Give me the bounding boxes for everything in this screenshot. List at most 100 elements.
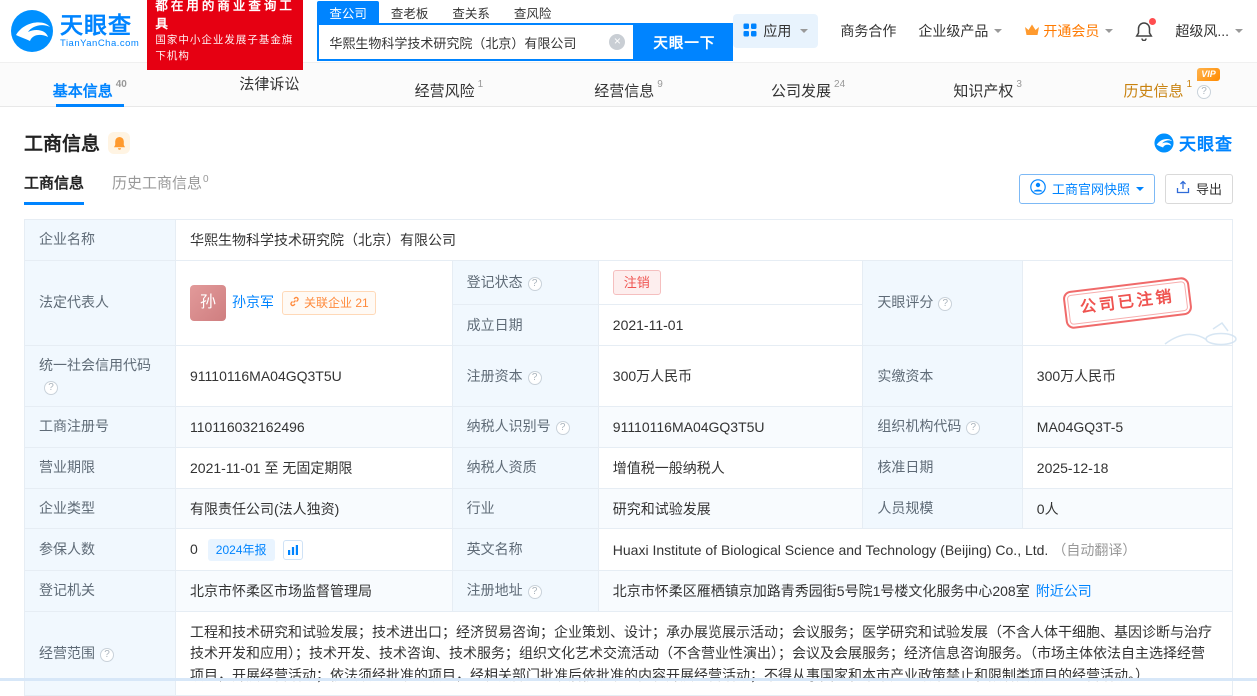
chevron-down-icon <box>1135 186 1144 195</box>
help-icon[interactable]: ? <box>1197 85 1212 99</box>
snapshot-button-label: 工商官网快照 <box>1051 182 1130 197</box>
field-label: 营业期限 <box>24 446 176 489</box>
nav-business-coop[interactable]: 商务合作 <box>840 21 896 41</box>
search-row: 天眼一下 <box>317 23 734 61</box>
text: 华熙生物科学技术研究院（北京）有限公司 <box>190 231 456 248</box>
text: 0人 <box>1036 500 1059 517</box>
search-tabs: 查公司 查老板 查关系 查风险 <box>317 0 733 24</box>
chevron-down-icon <box>1105 29 1114 37</box>
field-value: MA04GQ3T-5 <box>1021 406 1234 448</box>
site-logo[interactable]: 天眼查 TianYanCha.com <box>10 9 139 53</box>
deregistered-stamp-area: 公司已注销 <box>1062 276 1237 346</box>
field-label: 注册地址? <box>451 569 599 612</box>
field-value: 0 2024年报 <box>175 528 453 571</box>
nav-enterprise-products[interactable]: 企业级产品 <box>918 21 1003 41</box>
field-label-text: 企业名称 <box>39 231 95 248</box>
text: 0 <box>190 541 198 558</box>
field-value: 北京市怀柔区雁栖镇京加路青秀园街5号院1号楼文化服务中心208室 附近公司 <box>597 569 1234 612</box>
tianyancha-logo-icon <box>10 9 54 53</box>
field-label-text: 纳税人识别号 <box>466 418 551 435</box>
report-chart-icon[interactable] <box>282 539 303 560</box>
alert-bell-icon[interactable] <box>108 131 131 154</box>
decorative-illustration <box>1164 321 1237 346</box>
help-icon[interactable]: ? <box>966 421 981 436</box>
subtab-0[interactable]: 工商信息 <box>24 172 85 205</box>
status-badge: 注销 <box>612 269 661 296</box>
table-row: 统一社会信用代码? 91110116MA04GQ3T5U 注册资本? 300万人民币 实… <box>24 345 1234 408</box>
vip-badge: VIP <box>1197 68 1220 81</box>
field-label-text: 企业类型 <box>39 500 95 517</box>
field-label-text: 人员规模 <box>877 500 934 517</box>
tab-count: 1 <box>477 79 484 90</box>
table-row: 营业期限 2021-11-01 至 无固定期限 纳税人资质 增值税一般纳税人 核准日期 2… <box>24 446 1234 489</box>
subtab-count: 0 <box>203 174 209 185</box>
help-icon[interactable]: ? <box>527 277 542 292</box>
field-value: 2021-11-01 至 无固定期限 <box>175 446 453 489</box>
search-tab-1[interactable]: 查老板 <box>379 1 441 24</box>
related-companies-badge[interactable]: 关联企业 21 <box>282 290 376 315</box>
field-value: 有限责任公司(法人独资) <box>175 487 453 530</box>
field-label-text: 统一社会信用代码 <box>39 357 151 374</box>
crown-icon <box>1024 23 1040 40</box>
search-input-box <box>317 23 636 61</box>
field-label: 登记状态? <box>451 259 599 306</box>
main-tab-0[interactable]: 基本信息 40 <box>0 63 180 106</box>
text: 300万人民币 <box>612 367 693 384</box>
nav-super-risk[interactable]: 超级风... <box>1175 21 1243 41</box>
tab-count: 9 <box>657 79 663 90</box>
field-value: 孙孙京军 关联企业 21 <box>175 259 453 347</box>
main-tab-6[interactable]: 历史信息 1? VIP <box>1077 63 1257 106</box>
nav-membership[interactable]: 开通会员 <box>1024 21 1114 41</box>
tianyancha-watermark: 天眼查 <box>1154 130 1233 155</box>
main-tab-1[interactable]: 法律诉讼 <box>180 63 360 106</box>
help-icon[interactable]: ? <box>938 297 953 312</box>
help-icon[interactable]: ? <box>527 370 542 385</box>
main-tab-3[interactable]: 经营信息 9 <box>539 63 719 106</box>
field-value: 2025-12-18 <box>1021 446 1234 489</box>
help-icon[interactable]: ? <box>44 381 58 396</box>
section-title: 工商信息 <box>24 134 101 155</box>
text: 2021-11-01 至 无固定期限 <box>190 459 353 476</box>
nav-apps-label: 应用 <box>763 23 792 39</box>
search-button[interactable]: 天眼一下 <box>635 23 734 61</box>
tab-count: 1 <box>1186 79 1193 90</box>
field-label: 天眼评分? <box>862 259 1023 347</box>
field-label: 英文名称 <box>451 528 599 571</box>
field-label-text: 工商注册号 <box>39 418 109 435</box>
company-search-input[interactable] <box>329 34 610 50</box>
field-label-text: 注册资本 <box>466 367 523 384</box>
subtab-1[interactable]: 历史工商信息0 <box>112 172 209 205</box>
legal-rep-link[interactable]: 孙京军 <box>232 294 274 310</box>
text: 91110116MA04GQ3T5U <box>190 367 342 384</box>
nav-enterprise-label: 企业级产品 <box>918 23 989 39</box>
tianyancha-company-page: 天眼查 TianYanCha.com 都在用的商业查询工具 国家中小企业发展子基… <box>0 0 1257 696</box>
field-label: 核准日期 <box>862 446 1023 489</box>
apps-grid-icon <box>743 23 757 40</box>
clear-search-icon[interactable] <box>609 34 626 50</box>
field-value: 300万人民币 <box>597 345 864 408</box>
main-tab-4[interactable]: 公司发展 24 <box>718 63 898 106</box>
search-tab-0[interactable]: 查公司 <box>317 0 379 24</box>
search-tab-3[interactable]: 查风险 <box>502 1 564 24</box>
legal-rep-avatar: 孙 <box>190 284 226 321</box>
help-icon[interactable]: ? <box>100 647 114 662</box>
field-value: 公司已注销 <box>1021 259 1237 347</box>
main-tab-bar: 基本信息 40 法律诉讼 经营风险 1 经营信息 9 公司发展 24 知识产权 3 历史信息 1? VIP <box>0 62 1257 107</box>
official-snapshot-button[interactable]: 工商官网快照 <box>1018 173 1155 204</box>
help-icon[interactable]: ? <box>527 585 542 600</box>
info-table-body: 企业名称 华熙生物科学技术研究院（北京）有限公司 法定代表人 孙孙京军 关联企业 21 登… <box>24 219 1237 696</box>
text: 北京市怀柔区雁栖镇京加路青秀园街5号院1号楼文化服务中心208室 <box>612 582 1030 599</box>
annual-report-badge[interactable]: 2024年报 <box>207 538 275 561</box>
search-tab-2[interactable]: 查关系 <box>440 1 502 24</box>
field-label: 成立日期 <box>451 304 599 347</box>
help-icon[interactable]: ? <box>555 421 570 436</box>
main-tab-5[interactable]: 知识产权 3 <box>898 63 1078 106</box>
export-button[interactable]: 导出 <box>1164 173 1233 204</box>
slogan-line2: 国家中小企业发展子基金旗下机构 <box>155 34 294 62</box>
notification-bell-icon[interactable] <box>1135 18 1157 41</box>
nearby-companies-link[interactable]: 附近公司 <box>1036 583 1092 599</box>
tab-count: 40 <box>115 79 127 90</box>
main-tab-2[interactable]: 经营风险 1 <box>359 63 539 106</box>
table-row: 登记机关 北京市怀柔区市场监督管理局 注册地址? 北京市怀柔区雁栖镇京加路青秀园街5号… <box>24 569 1234 612</box>
nav-apps[interactable]: 应用 <box>733 14 819 48</box>
